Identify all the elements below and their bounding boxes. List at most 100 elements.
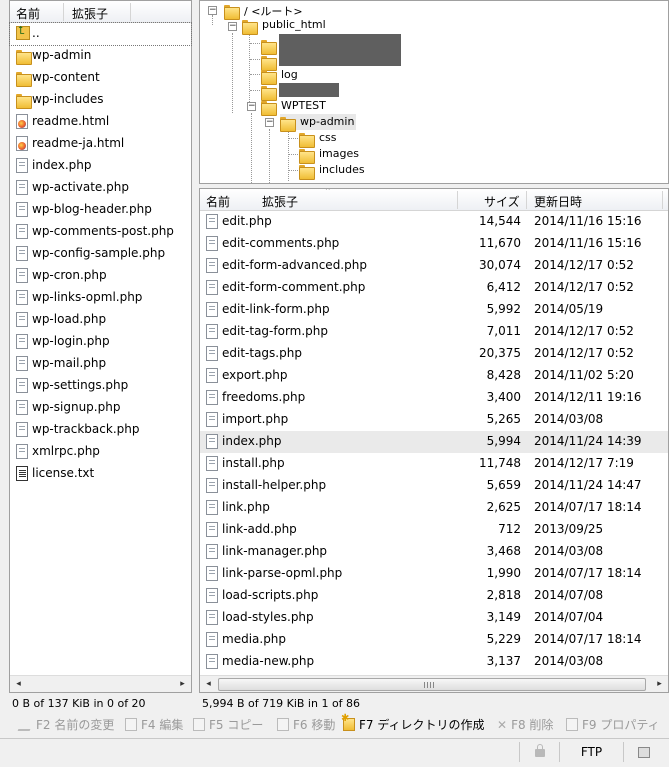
tree-collapse-root-icon[interactable]: − [208, 6, 217, 15]
scroll-right-arrow-icon[interactable]: ▸ [174, 676, 191, 693]
right-list-row[interactable]: export.php 8,428 2014/11/02 5:20 [200, 365, 668, 387]
left-list-item[interactable]: wp-signup.php [10, 397, 191, 419]
file-name-cell: edit-form-advanced.php [222, 258, 367, 272]
left-list-item-label: readme-ja.html [32, 136, 125, 150]
left-list-item[interactable]: wp-mail.php [10, 353, 191, 375]
right-list-row[interactable]: link-add.php 712 2013/09/25 [200, 519, 668, 541]
right-list-row[interactable]: media-new.php 3,137 2014/03/08 [200, 651, 668, 673]
delete-icon: ✕ [497, 718, 508, 732]
tree-collapse-public-html-icon[interactable]: − [228, 22, 237, 31]
file-date-cell: 2014/03/08 [534, 412, 604, 426]
left-column-ext[interactable]: 拡張子 [72, 5, 108, 22]
file-icon [206, 632, 218, 647]
left-list-item[interactable]: readme.html [10, 111, 191, 133]
file-size-cell: 3,400 [486, 390, 521, 404]
left-list-item-label: wp-activate.php [32, 180, 129, 194]
left-list-item[interactable]: wp-load.php [10, 309, 191, 331]
right-column-ext[interactable]: 拡張子 [262, 193, 298, 210]
right-list-row[interactable]: media.php 5,229 2014/07/17 18:14 [200, 629, 668, 651]
right-list-row[interactable]: index.php 5,994 2014/11/24 14:39 [200, 431, 668, 453]
right-list-row[interactable]: import.php 5,265 2014/03/08 [200, 409, 668, 431]
right-list-row[interactable]: load-scripts.php 2,818 2014/07/08 [200, 585, 668, 607]
file-icon [16, 444, 28, 459]
file-icon [206, 368, 218, 383]
right-list-row[interactable]: edit-tags.php 20,375 2014/12/17 0:52 [200, 343, 668, 365]
right-list-row[interactable]: edit.php 14,544 2014/11/16 15:16 [200, 211, 668, 233]
right-list-row[interactable]: load-styles.php 3,149 2014/07/04 [200, 607, 668, 629]
left-list-item[interactable]: wp-cron.php [10, 265, 191, 287]
left-list-item[interactable]: .. [9, 22, 192, 46]
right-horizontal-scrollbar[interactable]: ◂ ▸ [200, 675, 668, 692]
scrollbar-thumb[interactable] [218, 678, 646, 691]
delete-button[interactable]: ✕ F8 削除 [497, 716, 553, 733]
copy-button[interactable]: F5 コピー [193, 716, 263, 733]
right-list-row[interactable]: edit-form-advanced.php 30,074 2014/12/17 0… [200, 255, 668, 277]
up-folder-icon [16, 24, 30, 40]
left-list-item[interactable]: wp-links-opml.php [10, 287, 191, 309]
left-list-item[interactable]: xmlrpc.php [10, 441, 191, 463]
file-icon [206, 236, 218, 251]
folder-icon [299, 165, 315, 180]
rename-button[interactable]: F2 名前の変更 [17, 716, 114, 733]
right-list-row[interactable]: link-manager.php 3,468 2014/03/08 [200, 541, 668, 563]
right-column-modified[interactable]: 更新日時 [534, 193, 582, 210]
right-list-row[interactable]: freedoms.php 3,400 2014/12/11 19:16 [200, 387, 668, 409]
file-icon [16, 356, 28, 371]
left-list-item[interactable]: wp-content [10, 67, 191, 89]
left-list-item[interactable]: index.php [10, 155, 191, 177]
right-list-row[interactable]: link.php 2,625 2014/07/17 18:14 [200, 497, 668, 519]
file-icon [206, 478, 218, 493]
left-list-item-label: wp-content [32, 70, 100, 84]
folder-icon [242, 20, 258, 35]
properties-button[interactable]: F9 プロパティ [566, 716, 660, 733]
file-date-cell: 2013/09/25 [534, 522, 604, 536]
tree-node-wp-admin[interactable]: wp-admin [280, 114, 356, 132]
move-button[interactable]: F6 移動 [277, 716, 335, 733]
right-list-row[interactable]: edit-link-form.php 5,992 2014/05/19 [200, 299, 668, 321]
tree-collapse-wptest-icon[interactable]: − [247, 102, 256, 111]
left-list-item[interactable]: wp-activate.php [10, 177, 191, 199]
tree-collapse-wp-admin-icon[interactable]: − [265, 118, 274, 127]
file-icon [16, 180, 28, 195]
folder-icon [299, 149, 315, 164]
left-list-item[interactable]: wp-login.php [10, 331, 191, 353]
file-icon [206, 654, 218, 669]
right-list-row[interactable]: install.php 11,748 2014/12/17 7:19 [200, 453, 668, 475]
right-column-size[interactable]: サイズ [484, 193, 520, 210]
left-list-item[interactable]: readme-ja.html [10, 133, 191, 155]
folder-icon [16, 50, 32, 65]
left-list-item[interactable]: wp-trackback.php [10, 419, 191, 441]
file-date-cell: 2014/05/19 [534, 302, 604, 316]
right-list-row[interactable]: edit-comments.php 11,670 2014/11/16 15:16 [200, 233, 668, 255]
left-list-item[interactable]: license.txt [10, 463, 191, 485]
file-name-cell: edit-link-form.php [222, 302, 330, 316]
file-size-cell: 2,818 [486, 588, 521, 602]
file-name-cell: load-scripts.php [222, 588, 319, 602]
right-list-row[interactable]: edit-tag-form.php 7,011 2014/12/17 0:52 [200, 321, 668, 343]
left-list-item-label: xmlrpc.php [32, 444, 100, 458]
scroll-left-arrow-icon[interactable]: ◂ [200, 676, 217, 693]
left-list-item[interactable]: wp-blog-header.php [10, 199, 191, 221]
file-icon [206, 588, 218, 603]
file-icon [206, 610, 218, 625]
left-list-item[interactable]: wp-config-sample.php [10, 243, 191, 265]
left-list-item[interactable]: wp-settings.php [10, 375, 191, 397]
right-list-row[interactable]: edit-form-comment.php 6,412 2014/12/17 0:5… [200, 277, 668, 299]
left-list-item[interactable]: wp-comments-post.php [10, 221, 191, 243]
left-list-item[interactable]: wp-admin [10, 45, 191, 67]
file-name-cell: load-styles.php [222, 610, 314, 624]
right-column-name[interactable]: 名前 [206, 193, 230, 210]
edit-button[interactable]: F4 編集 [125, 716, 183, 733]
scroll-left-arrow-icon[interactable]: ◂ [10, 676, 27, 693]
left-list-item[interactable]: wp-includes [10, 89, 191, 111]
scroll-right-arrow-icon[interactable]: ▸ [651, 676, 668, 693]
file-icon [16, 224, 28, 239]
left-column-name[interactable]: 名前 [16, 5, 40, 22]
left-horizontal-scrollbar[interactable]: ◂ ▸ [10, 675, 191, 692]
rename-icon [17, 718, 35, 731]
file-date-cell: 2014/12/17 7:19 [534, 456, 634, 470]
right-list-row[interactable]: link-parse-opml.php 1,990 2014/07/17 18:14 [200, 563, 668, 585]
create-directory-button[interactable]: ✱ F7 ディレクトリの作成 [341, 713, 485, 733]
right-list-row[interactable]: install-helper.php 5,659 2014/11/24 14:47 [200, 475, 668, 497]
file-icon [206, 412, 218, 427]
